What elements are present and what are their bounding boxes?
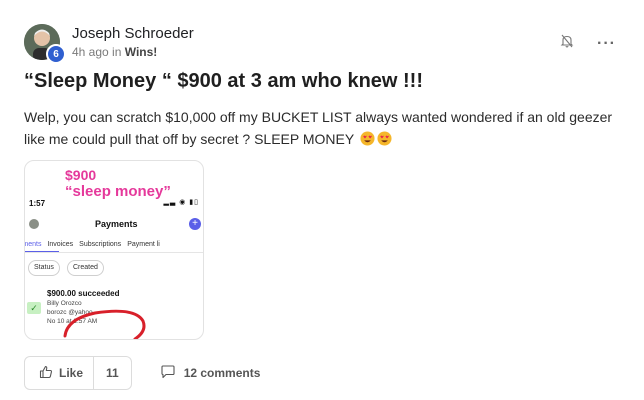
- post-image[interactable]: $900 “sleep money” 1:57 ▂▃ ◉ ▮▯ Payments…: [24, 160, 204, 340]
- red-circle-annotation: [63, 309, 146, 339]
- author-block: Joseph Schroeder 4h ago in Wins!: [72, 25, 194, 60]
- comments-label: 12 comments: [183, 366, 261, 380]
- post-header: 6 Joseph Schroeder 4h ago in Wins!: [24, 22, 194, 64]
- header-actions: ···: [559, 33, 616, 54]
- avatar[interactable]: 6: [24, 24, 66, 64]
- level-badge: 6: [46, 44, 66, 64]
- post-title: “Sleep Money “ $900 at 3 am who knew !!!: [24, 70, 424, 92]
- heart-eyes-emoji: [358, 131, 392, 147]
- post-body: Welp, you can scratch $10,000 off my BUC…: [24, 106, 624, 150]
- post-time: 4h ago in: [72, 44, 125, 59]
- comments-button[interactable]: 12 comments: [160, 364, 261, 382]
- like-button[interactable]: Like 11: [24, 356, 132, 390]
- post-body-text: Welp, you can scratch $10,000 off my BUC…: [24, 109, 613, 147]
- like-label: Like: [59, 366, 84, 380]
- screenshot-preview: $900 “sleep money” 1:57 ▂▃ ◉ ▮▯ Payments…: [25, 161, 203, 339]
- comment-icon: [160, 364, 184, 382]
- post-meta: 4h ago in Wins!: [72, 44, 194, 60]
- author-name[interactable]: Joseph Schroeder: [72, 25, 194, 43]
- post-actions: Like 11 12 comments: [24, 356, 260, 390]
- thumbs-up-icon: [39, 365, 59, 382]
- like-count[interactable]: 11: [94, 357, 131, 389]
- post-category[interactable]: Wins!: [125, 45, 158, 59]
- more-dots-icon[interactable]: ···: [597, 35, 616, 51]
- bell-off-icon[interactable]: [559, 33, 575, 54]
- like-label-area[interactable]: Like: [25, 357, 95, 389]
